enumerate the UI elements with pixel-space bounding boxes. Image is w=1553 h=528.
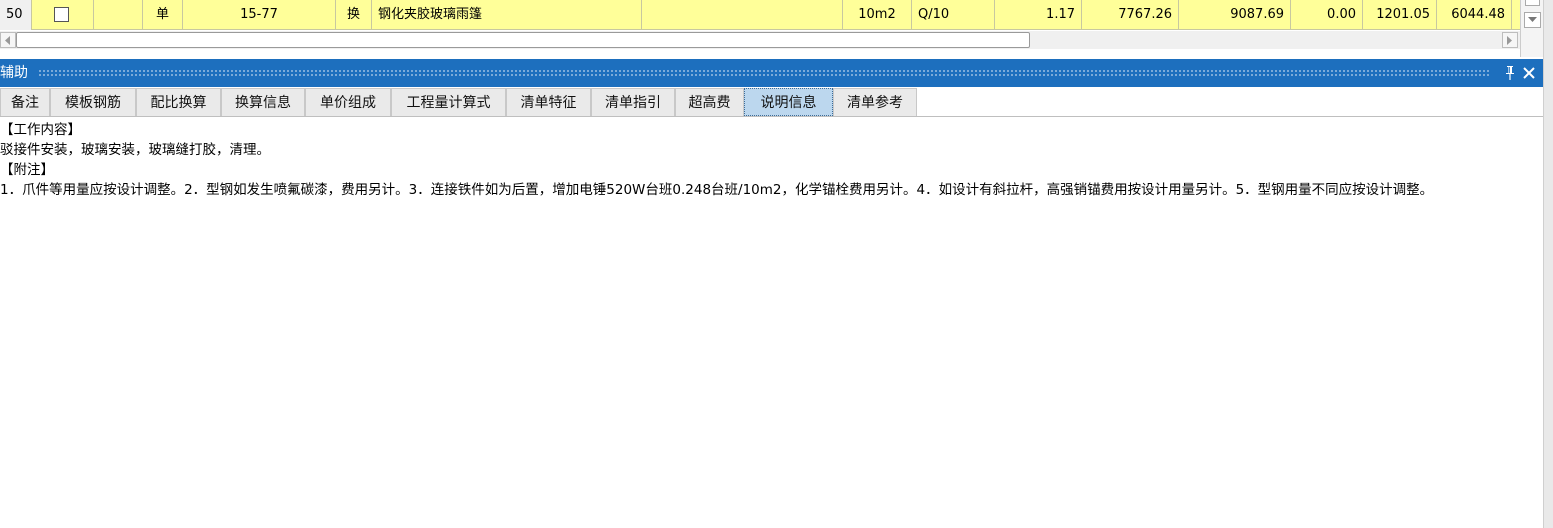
horizontal-scrollbar[interactable]: [0, 31, 1520, 49]
tab-remarks[interactable]: 备注: [0, 88, 50, 116]
note-heading: 【附注】: [0, 162, 54, 178]
description-content: 【工作内容】 驳接件安装，玻璃安装，玻璃缝打胶，清理。 【附注】 1．爪件等用量…: [0, 120, 1543, 200]
chevron-right-icon: [1507, 36, 1512, 45]
scroll-down-button[interactable]: [1524, 12, 1541, 28]
unit-cell[interactable]: 10m2: [843, 0, 912, 30]
tab-bill-guide[interactable]: 清单指引: [591, 88, 675, 116]
type-cell[interactable]: 单: [143, 0, 183, 30]
work-content-heading: 【工作内容】: [0, 122, 81, 138]
table-row[interactable]: 50 单 15-77 换 钢化夹胶玻璃雨篷 10m2 Q/10 1.17 776…: [0, 0, 1520, 30]
tab-bill-features[interactable]: 清单特征: [506, 88, 591, 116]
panel-title-bar[interactable]: 辅助: [0, 59, 1543, 87]
tab-mix-conversion[interactable]: 配比换算: [136, 88, 221, 116]
tab-unit-price-composition[interactable]: 单价组成: [305, 88, 391, 116]
total-price-cell[interactable]: 9087.69: [1179, 0, 1291, 30]
value-c-cell[interactable]: 6044.48: [1437, 0, 1512, 30]
row-checkbox[interactable]: [54, 7, 69, 22]
blank-cell: [94, 0, 143, 30]
close-icon[interactable]: [1521, 65, 1537, 81]
tab-height-surcharge[interactable]: 超高费: [675, 88, 744, 116]
scroll-left-button[interactable]: [0, 32, 16, 48]
work-content-text: 驳接件安装，玻璃安装，玻璃缝打胶，清理。: [0, 142, 270, 158]
change-flag-cell[interactable]: 换: [336, 0, 372, 30]
note-text: 1．爪件等用量应按设计调整。2．型钢如发生喷氟碳漆，费用另计。3．连接铁件如为后…: [0, 182, 1434, 198]
window-edge: [1543, 0, 1553, 528]
tab-bar: 备注 模板钢筋 配比换算 换算信息 单价组成 工程量计算式 清单特征 清单指引 …: [0, 87, 1543, 117]
tab-bill-reference[interactable]: 清单参考: [833, 88, 917, 116]
row-select-cell[interactable]: [32, 0, 94, 30]
horizontal-scroll-thumb[interactable]: [16, 32, 1030, 48]
quantity-expr-cell[interactable]: Q/10: [912, 0, 995, 30]
spec-cell[interactable]: [642, 0, 843, 30]
value-b-cell[interactable]: 1201.05: [1363, 0, 1437, 30]
code-cell[interactable]: 15-77: [183, 0, 336, 30]
tab-formwork-rebar[interactable]: 模板钢筋: [50, 88, 136, 116]
name-cell[interactable]: 钢化夹胶玻璃雨篷: [372, 0, 642, 30]
value-a-cell[interactable]: 0.00: [1291, 0, 1363, 30]
panel-title: 辅助: [0, 65, 28, 81]
drag-grip[interactable]: [38, 69, 1491, 77]
row-number: 50: [0, 0, 32, 30]
tab-quantity-formula[interactable]: 工程量计算式: [391, 88, 506, 116]
tab-conversion-info[interactable]: 换算信息: [221, 88, 305, 116]
scroll-thumb[interactable]: [1525, 0, 1540, 6]
tab-description-info[interactable]: 说明信息: [744, 88, 833, 116]
pin-icon[interactable]: [1503, 65, 1517, 81]
chevron-down-icon: [1528, 17, 1537, 22]
quantity-cell[interactable]: 1.17: [995, 0, 1082, 30]
vertical-scrollbar[interactable]: [1520, 0, 1543, 57]
chevron-left-icon: [5, 36, 10, 45]
scroll-right-button[interactable]: [1502, 32, 1518, 48]
unit-price-cell[interactable]: 7767.26: [1082, 0, 1179, 30]
